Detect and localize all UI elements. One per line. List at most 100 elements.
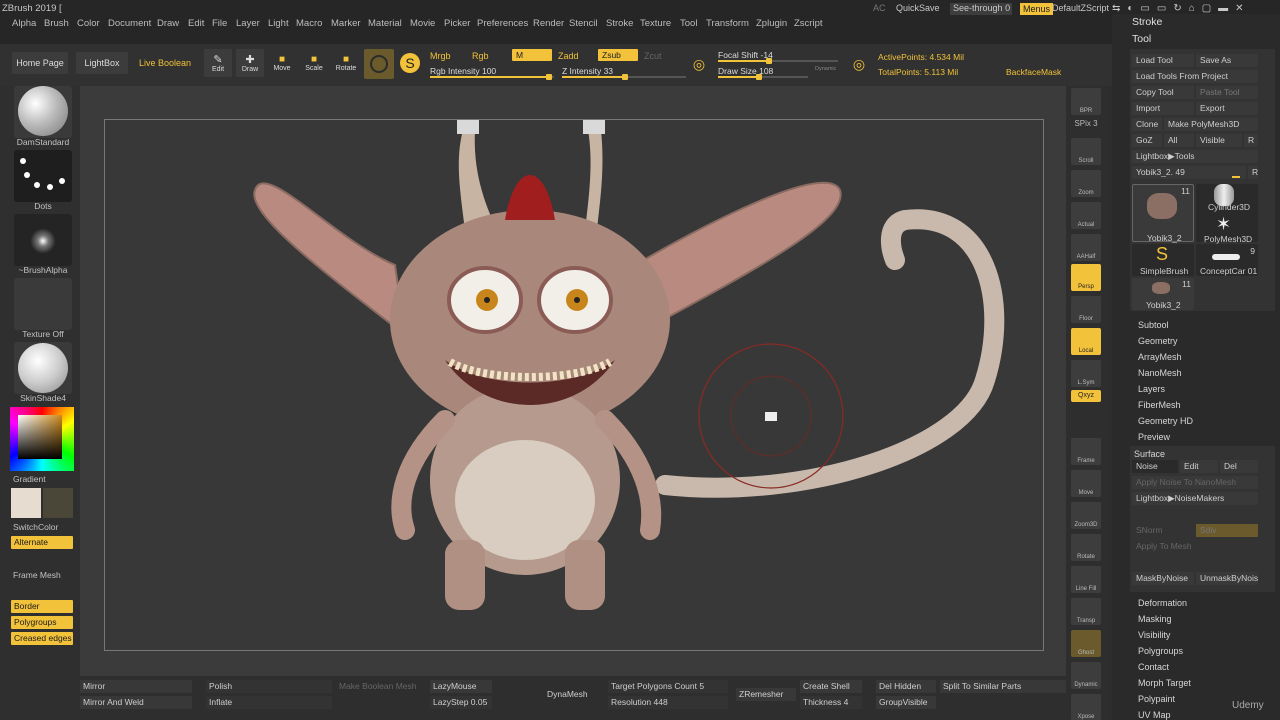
zremesher-button[interactable]: ZRemesher <box>736 688 796 701</box>
section-preview[interactable]: Preview <box>1138 432 1170 442</box>
frame-icon[interactable]: Frame <box>1071 438 1101 465</box>
section-subtool[interactable]: Subtool <box>1138 320 1169 330</box>
secondary-color-swatch[interactable] <box>43 488 73 518</box>
section-polypaint[interactable]: Polypaint <box>1138 694 1175 704</box>
apply-noise-nanomesh-button[interactable]: Apply Noise To NanoMesh <box>1132 476 1258 489</box>
menu-transform[interactable]: Transform <box>706 18 749 29</box>
clone-button[interactable]: Clone <box>1132 118 1162 131</box>
persp-icon[interactable]: Persp <box>1071 264 1101 291</box>
lightbox-button[interactable]: LightBox <box>76 52 128 74</box>
noise-edit-button[interactable]: Edit <box>1180 460 1218 473</box>
unmask-by-noise-button[interactable]: UnmaskByNoise <box>1196 572 1258 585</box>
menu-picker[interactable]: Picker <box>444 18 470 29</box>
quicksave-button[interactable]: QuickSave <box>896 3 940 13</box>
copy-tool-button[interactable]: Copy Tool <box>1132 86 1194 99</box>
resolution-slider[interactable]: Resolution 448 <box>608 696 728 709</box>
lazystep-slider[interactable]: LazyStep 0.05 <box>430 696 492 709</box>
spix-slider[interactable]: SPix 3 <box>1071 118 1101 130</box>
tool-palette-header[interactable]: Tool <box>1132 33 1151 45</box>
tool-thumb-yobik-2[interactable]: 11 Yobik3_2 <box>1132 278 1194 310</box>
move-icon[interactable]: Move <box>1071 470 1101 497</box>
default-zscript-button[interactable]: DefaultZScript <box>1052 3 1109 13</box>
section-fibermesh[interactable]: FiberMesh <box>1138 400 1181 410</box>
tool-thumb-yobik-1[interactable]: 11 Yobik3_2 <box>1132 184 1194 243</box>
import-button[interactable]: Import <box>1132 102 1194 115</box>
load-tool-button[interactable]: Load Tool <box>1132 54 1194 67</box>
goz-r-button[interactable]: R <box>1244 134 1258 147</box>
menu-render[interactable]: Render <box>533 18 564 29</box>
focal-shift-slider[interactable]: Focal Shift -14 <box>718 50 773 60</box>
tool-thumb-conceptcar[interactable]: 9 ConceptCar 01 <box>1196 244 1258 276</box>
menu-alpha[interactable]: Alpha <box>12 18 36 29</box>
rotate-mode-button[interactable]: ■ Rotate <box>332 49 360 77</box>
noise-button[interactable]: Noise <box>1132 460 1178 473</box>
draw-size-slider[interactable]: Draw Size 108 <box>718 66 773 76</box>
section-nanomesh[interactable]: NanoMesh <box>1138 368 1182 378</box>
menu-preferences[interactable]: Preferences <box>477 18 528 29</box>
rotate-icon[interactable]: Rotate <box>1071 534 1101 561</box>
dynamic-button[interactable]: Dynamic <box>815 66 836 72</box>
scroll-icon[interactable]: Scroll <box>1071 138 1101 165</box>
goz-visible-button[interactable]: Visible <box>1196 134 1242 147</box>
material-sphere-icon[interactable] <box>364 49 394 79</box>
move-mode-button[interactable]: ■ Move <box>268 49 296 77</box>
inflate-slider[interactable]: Inflate <box>206 696 332 709</box>
actual-icon[interactable]: Actual <box>1071 202 1101 229</box>
bpr-icon[interactable]: BPR <box>1071 88 1101 115</box>
lazymouse-button[interactable]: LazyMouse <box>430 680 492 693</box>
section-contact[interactable]: Contact <box>1138 662 1169 672</box>
menu-stroke[interactable]: Stroke <box>606 18 633 29</box>
menu-color[interactable]: Color <box>77 18 100 29</box>
tool-thumb-cylinder[interactable]: Cylinder3D ✶ PolyMesh3D <box>1196 184 1258 244</box>
stroke-palette-header[interactable]: Stroke <box>1132 16 1162 28</box>
z-intensity-slider[interactable]: Z Intensity 33 <box>562 66 613 76</box>
mirror-and-weld-button[interactable]: Mirror And Weld <box>80 696 192 709</box>
color-picker[interactable] <box>10 407 74 471</box>
live-boolean-button[interactable]: Live Boolean <box>136 52 194 74</box>
creature-model[interactable] <box>105 120 1045 652</box>
menu-zplugin[interactable]: Zplugin <box>756 18 787 29</box>
goz-all-button[interactable]: All <box>1164 134 1194 147</box>
menu-file[interactable]: File <box>212 18 227 29</box>
menu-material[interactable]: Material <box>368 18 402 29</box>
menus-button[interactable]: Menus <box>1020 3 1054 15</box>
mirror-button[interactable]: Mirror <box>80 680 192 693</box>
switch-color-button[interactable]: SwitchColor <box>13 522 79 532</box>
target-polygons-slider[interactable]: Target Polygons Count 5 <box>608 680 728 693</box>
border-button[interactable]: Border <box>11 600 73 613</box>
group-visible-button[interactable]: GroupVisible <box>876 696 936 709</box>
split-similar-parts-button[interactable]: Split To Similar Parts <box>940 680 1066 693</box>
menu-marker[interactable]: Marker <box>331 18 361 29</box>
stroke-thumbnail[interactable] <box>14 150 72 202</box>
paste-tool-button[interactable]: Paste Tool <box>1196 86 1258 99</box>
section-masking[interactable]: Masking <box>1138 614 1172 624</box>
thickness-slider[interactable]: Thickness 4 <box>800 696 862 709</box>
zoom3d-icon[interactable]: Zoom3D <box>1071 502 1101 529</box>
home-page-button[interactable]: Home Page <box>12 52 68 74</box>
brush-thumbnail[interactable] <box>14 86 72 138</box>
sdiv-slider[interactable]: Sdiv <box>1196 524 1258 537</box>
xpose-icon[interactable]: Xpose <box>1071 694 1101 720</box>
menu-texture[interactable]: Texture <box>640 18 671 29</box>
zoom-icon[interactable]: Zoom <box>1071 170 1101 197</box>
section-polygroups[interactable]: Polygroups <box>1138 646 1183 656</box>
texture-thumbnail[interactable] <box>14 278 72 330</box>
menu-draw[interactable]: Draw <box>157 18 179 29</box>
menu-light[interactable]: Light <box>268 18 289 29</box>
alternate-button[interactable]: Alternate <box>11 536 73 549</box>
noise-del-button[interactable]: Del <box>1220 460 1258 473</box>
ghost-icon[interactable]: Ghost <box>1071 630 1101 657</box>
polyf-icon[interactable]: Line Fill <box>1071 566 1101 593</box>
snorm-slider[interactable]: SNorm <box>1132 524 1194 537</box>
mask-by-noise-button[interactable]: MaskByNoise <box>1132 572 1194 585</box>
zsub-button[interactable]: Zsub <box>598 49 638 61</box>
solo-icon[interactable]: Dynamic <box>1071 662 1101 689</box>
focal-icon[interactable]: ◎ <box>688 53 710 75</box>
menu-zscript[interactable]: Zscript <box>794 18 823 29</box>
menu-tool[interactable]: Tool <box>680 18 697 29</box>
gradient-button[interactable]: Gradient <box>13 474 79 484</box>
menu-stencil[interactable]: Stencil <box>569 18 598 29</box>
m-button[interactable]: M <box>512 49 552 61</box>
window-controls-icon[interactable]: ⇆◐▭▭↻⌂▢▬✕ <box>1112 3 1251 14</box>
material-thumbnail[interactable] <box>14 342 72 394</box>
